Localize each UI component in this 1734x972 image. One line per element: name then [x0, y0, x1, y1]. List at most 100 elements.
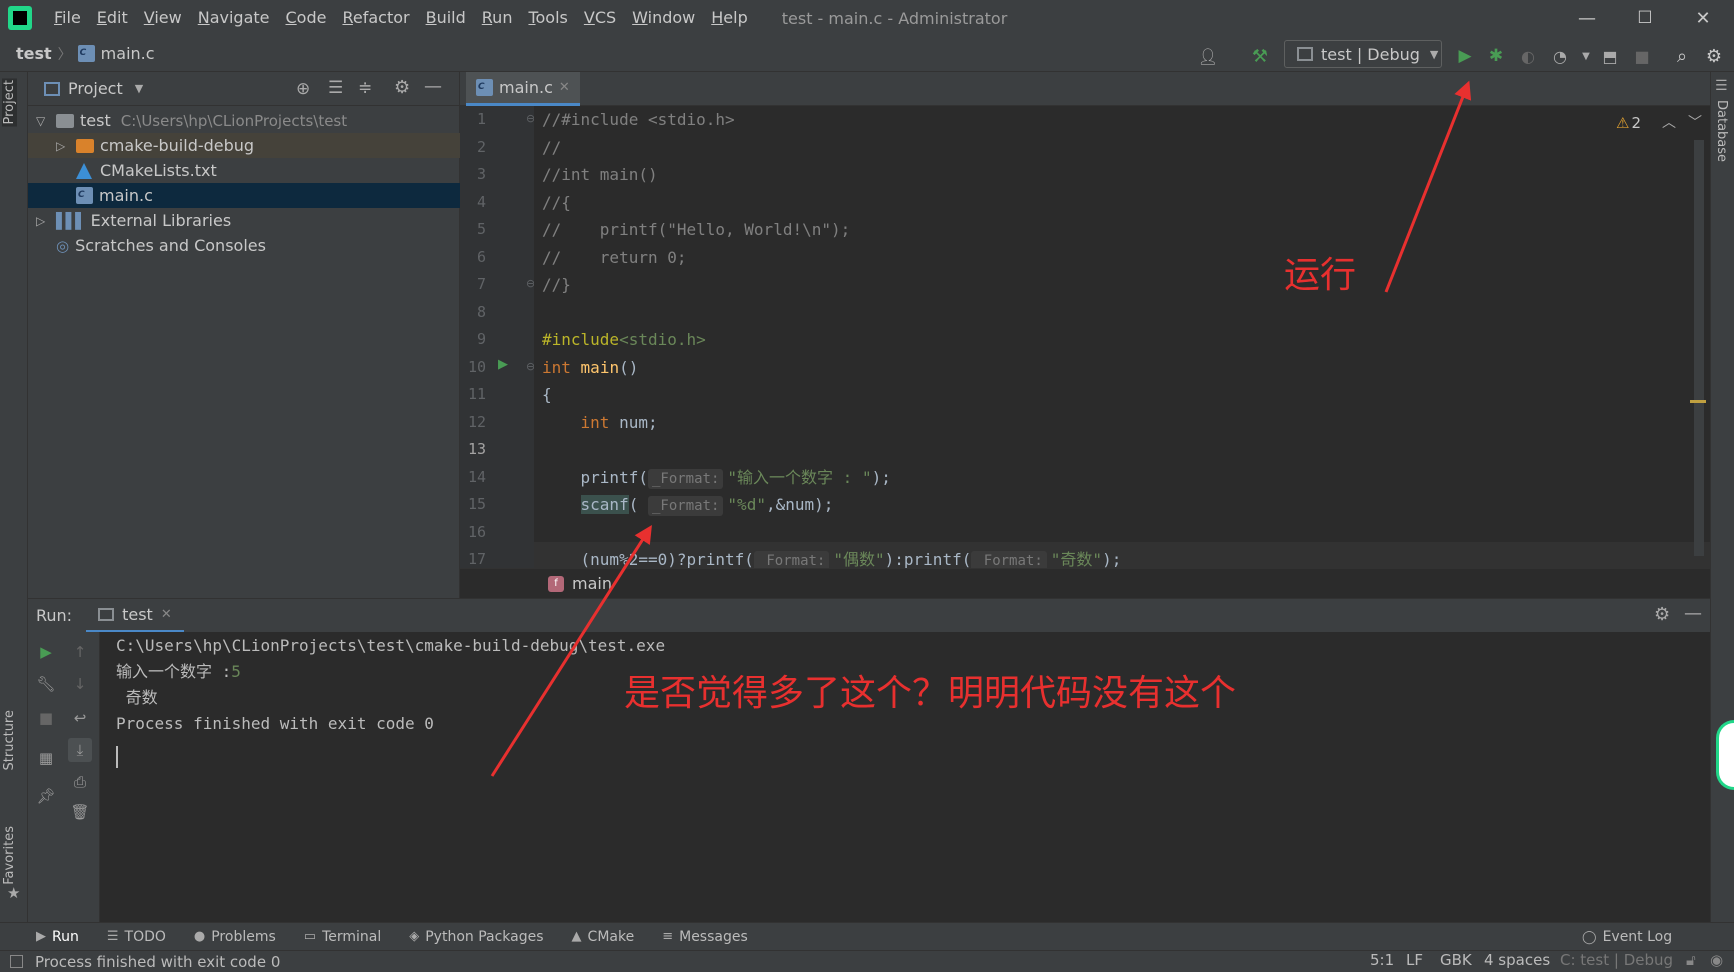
tool-tab-cmake[interactable]: ▲ CMake — [572, 929, 635, 945]
menu-window[interactable]: Window — [624, 0, 703, 36]
run-configuration-select[interactable]: test | Debug ▼ — [1284, 40, 1442, 68]
tree-item-path: C:\Users\hp\CLionProjects\test — [120, 111, 348, 130]
menu-run[interactable]: Run — [474, 0, 521, 36]
warnings-indicator[interactable]: ⚠ 2 — [1616, 114, 1641, 132]
tree-item-cmake-build-debug[interactable]: ▷ cmake-build-debug — [28, 133, 460, 158]
code-editor[interactable]: //#include <stdio.h> // //int main() //{… — [534, 106, 1710, 568]
soft-wrap-icon[interactable]: ↩ — [68, 706, 92, 730]
profile-dropdown-icon[interactable]: ▼ — [1574, 44, 1598, 68]
build-hammer-icon[interactable]: ⚒ — [1248, 44, 1272, 68]
layout-icon[interactable]: ▦ — [34, 746, 58, 770]
debug-bug-icon[interactable]: ✱ — [1484, 44, 1508, 68]
print-icon[interactable]: ⎙ — [68, 770, 92, 794]
wrench-icon[interactable]: 🔧︎ — [34, 672, 58, 696]
minimize-button[interactable]: — — [1558, 0, 1616, 36]
menu-file[interactable]: File — [46, 0, 89, 36]
inspector-icon[interactable]: ◉ — [1710, 951, 1723, 969]
run-settings-gear-icon[interactable]: ⚙ — [1654, 604, 1670, 625]
tree-item-scratches[interactable]: ◎ Scratches and Consoles — [28, 233, 460, 258]
expand-all-icon[interactable]: ☰ — [328, 78, 343, 98]
run-gutter-icon[interactable]: ▶ — [498, 357, 508, 372]
panel-settings-gear-icon[interactable]: ⚙ — [394, 77, 410, 98]
tool-tab-problems[interactable]: ● Problems — [194, 929, 276, 945]
menu-help[interactable]: Help — [703, 0, 755, 36]
tab-main-c[interactable]: main.c ✕ — [466, 72, 580, 106]
run-panel-header: Run: test ✕ ⚙ — — [28, 598, 1710, 633]
next-highlight-icon[interactable]: ﹀ — [1688, 112, 1702, 132]
menu-vcs[interactable]: VCS — [576, 0, 624, 36]
bottom-tool-tabs: ▶ Run ☰ TODO ● Problems ▭ Terminal ◈ Python P… — [0, 922, 1734, 950]
side-tab-structure[interactable]: Structure — [2, 710, 17, 770]
project-view-icon — [44, 81, 60, 96]
menu-tools[interactable]: Tools — [520, 0, 575, 36]
close-icon[interactable]: ✕ — [559, 80, 570, 95]
code-text: num; — [609, 412, 658, 432]
parameter-hint: _Format: — [753, 551, 830, 568]
status-indent[interactable]: 4 spaces — [1484, 951, 1550, 969]
side-tab-favorites[interactable]: Favorites — [2, 826, 17, 885]
lock-icon[interactable]: 🔓︎ — [1686, 951, 1696, 969]
status-encoding[interactable]: GBK — [1440, 951, 1472, 969]
editor-scrollbar[interactable] — [1694, 140, 1704, 556]
arrow-down-icon[interactable]: ↓ — [68, 672, 92, 696]
hide-run-panel-icon[interactable]: — — [1684, 603, 1702, 624]
pin-icon[interactable]: 📌︎ — [34, 784, 58, 808]
scroll-to-end-icon[interactable]: ⤓ — [68, 738, 92, 762]
menu-edit[interactable]: Edit — [89, 0, 136, 36]
user-icon[interactable]: 👤︎ — [1196, 44, 1220, 68]
tool-tab-messages[interactable]: ≡ Messages — [662, 929, 748, 945]
tree-item-test[interactable]: ▽ test C:\Users\hp\CLionProjects\test — [28, 108, 460, 133]
locate-file-icon[interactable]: ⊕ — [296, 79, 310, 99]
hide-panel-icon[interactable]: — — [424, 76, 442, 97]
profile-icon[interactable]: ◔ — [1548, 44, 1572, 68]
previous-highlight-icon[interactable]: ︿ — [1662, 112, 1676, 132]
run-tab-test[interactable]: test ✕ — [86, 599, 184, 633]
breadcrumb-file[interactable]: main.c — [77, 44, 155, 63]
toggle-tool-windows-icon[interactable] — [10, 955, 23, 968]
status-line-separator[interactable]: LF — [1406, 951, 1423, 969]
warning-marker[interactable] — [1690, 400, 1706, 403]
menu-view[interactable]: View — [136, 0, 190, 36]
status-context[interactable]: C: test | Debug — [1560, 951, 1673, 969]
close-window-button[interactable]: ✕ — [1674, 0, 1732, 36]
menu-navigate[interactable]: Navigate — [190, 0, 278, 36]
tool-tab-event-log[interactable]: ◯ Event Log — [1582, 929, 1672, 945]
stop-icon[interactable]: ■ — [1630, 44, 1654, 68]
side-tab-project[interactable]: Project — [2, 78, 17, 127]
tool-tab-todo[interactable]: ☰ TODO — [107, 929, 166, 945]
tool-tab-python-packages[interactable]: ◈ Python Packages — [409, 929, 543, 945]
main-menu: File Edit View Navigate Code Refactor Bu… — [46, 0, 756, 36]
attach-debugger-icon[interactable]: ⬒ — [1598, 44, 1622, 68]
collapse-all-icon[interactable]: ≑ — [358, 78, 372, 98]
search-icon[interactable]: ⌕ — [1670, 44, 1694, 68]
rerun-icon[interactable]: ▶ — [34, 640, 58, 664]
close-icon[interactable]: ✕ — [161, 607, 172, 622]
trash-icon[interactable]: 🗑︎ — [68, 800, 92, 824]
module-folder-icon — [56, 113, 74, 128]
coverage-icon[interactable]: ◐ — [1516, 44, 1540, 68]
run-play-icon[interactable]: ▶ — [1453, 44, 1477, 68]
tool-tab-run[interactable]: ▶ Run — [36, 929, 79, 945]
chevron-down-icon[interactable]: ▽ — [36, 114, 56, 128]
project-view-dropdown-icon[interactable]: ▼ — [135, 82, 143, 95]
tree-item-cmakelists[interactable]: CMakeLists.txt — [28, 158, 460, 183]
editor-breadcrumb-main[interactable]: main — [572, 574, 612, 593]
breadcrumb-project[interactable]: test — [16, 44, 52, 63]
tree-item-external-libraries[interactable]: ▷ ▌▌▌ External Libraries — [28, 208, 460, 233]
chevron-right-icon[interactable]: ▷ — [56, 139, 76, 153]
tool-tab-terminal[interactable]: ▭ Terminal — [304, 929, 381, 945]
menu-refactor[interactable]: Refactor — [334, 0, 417, 36]
arrow-up-icon[interactable]: ↑ — [68, 640, 92, 664]
menu-code[interactable]: Code — [278, 0, 335, 36]
side-tab-database[interactable]: Database — [1714, 100, 1729, 162]
floating-assistant-widget[interactable] — [1716, 720, 1734, 790]
stop-icon[interactable]: ■ — [34, 706, 58, 730]
tree-item-main-c[interactable]: main.c — [28, 183, 460, 208]
editor-breadcrumb-bar: f main — [460, 568, 1710, 598]
maximize-button[interactable]: ☐ — [1616, 0, 1674, 36]
project-view-title[interactable]: Project — [68, 79, 123, 98]
gear-icon[interactable]: ⚙ — [1702, 44, 1726, 68]
status-position[interactable]: 5:1 — [1370, 951, 1394, 969]
chevron-right-icon[interactable]: ▷ — [36, 214, 56, 228]
menu-build[interactable]: Build — [418, 0, 474, 36]
